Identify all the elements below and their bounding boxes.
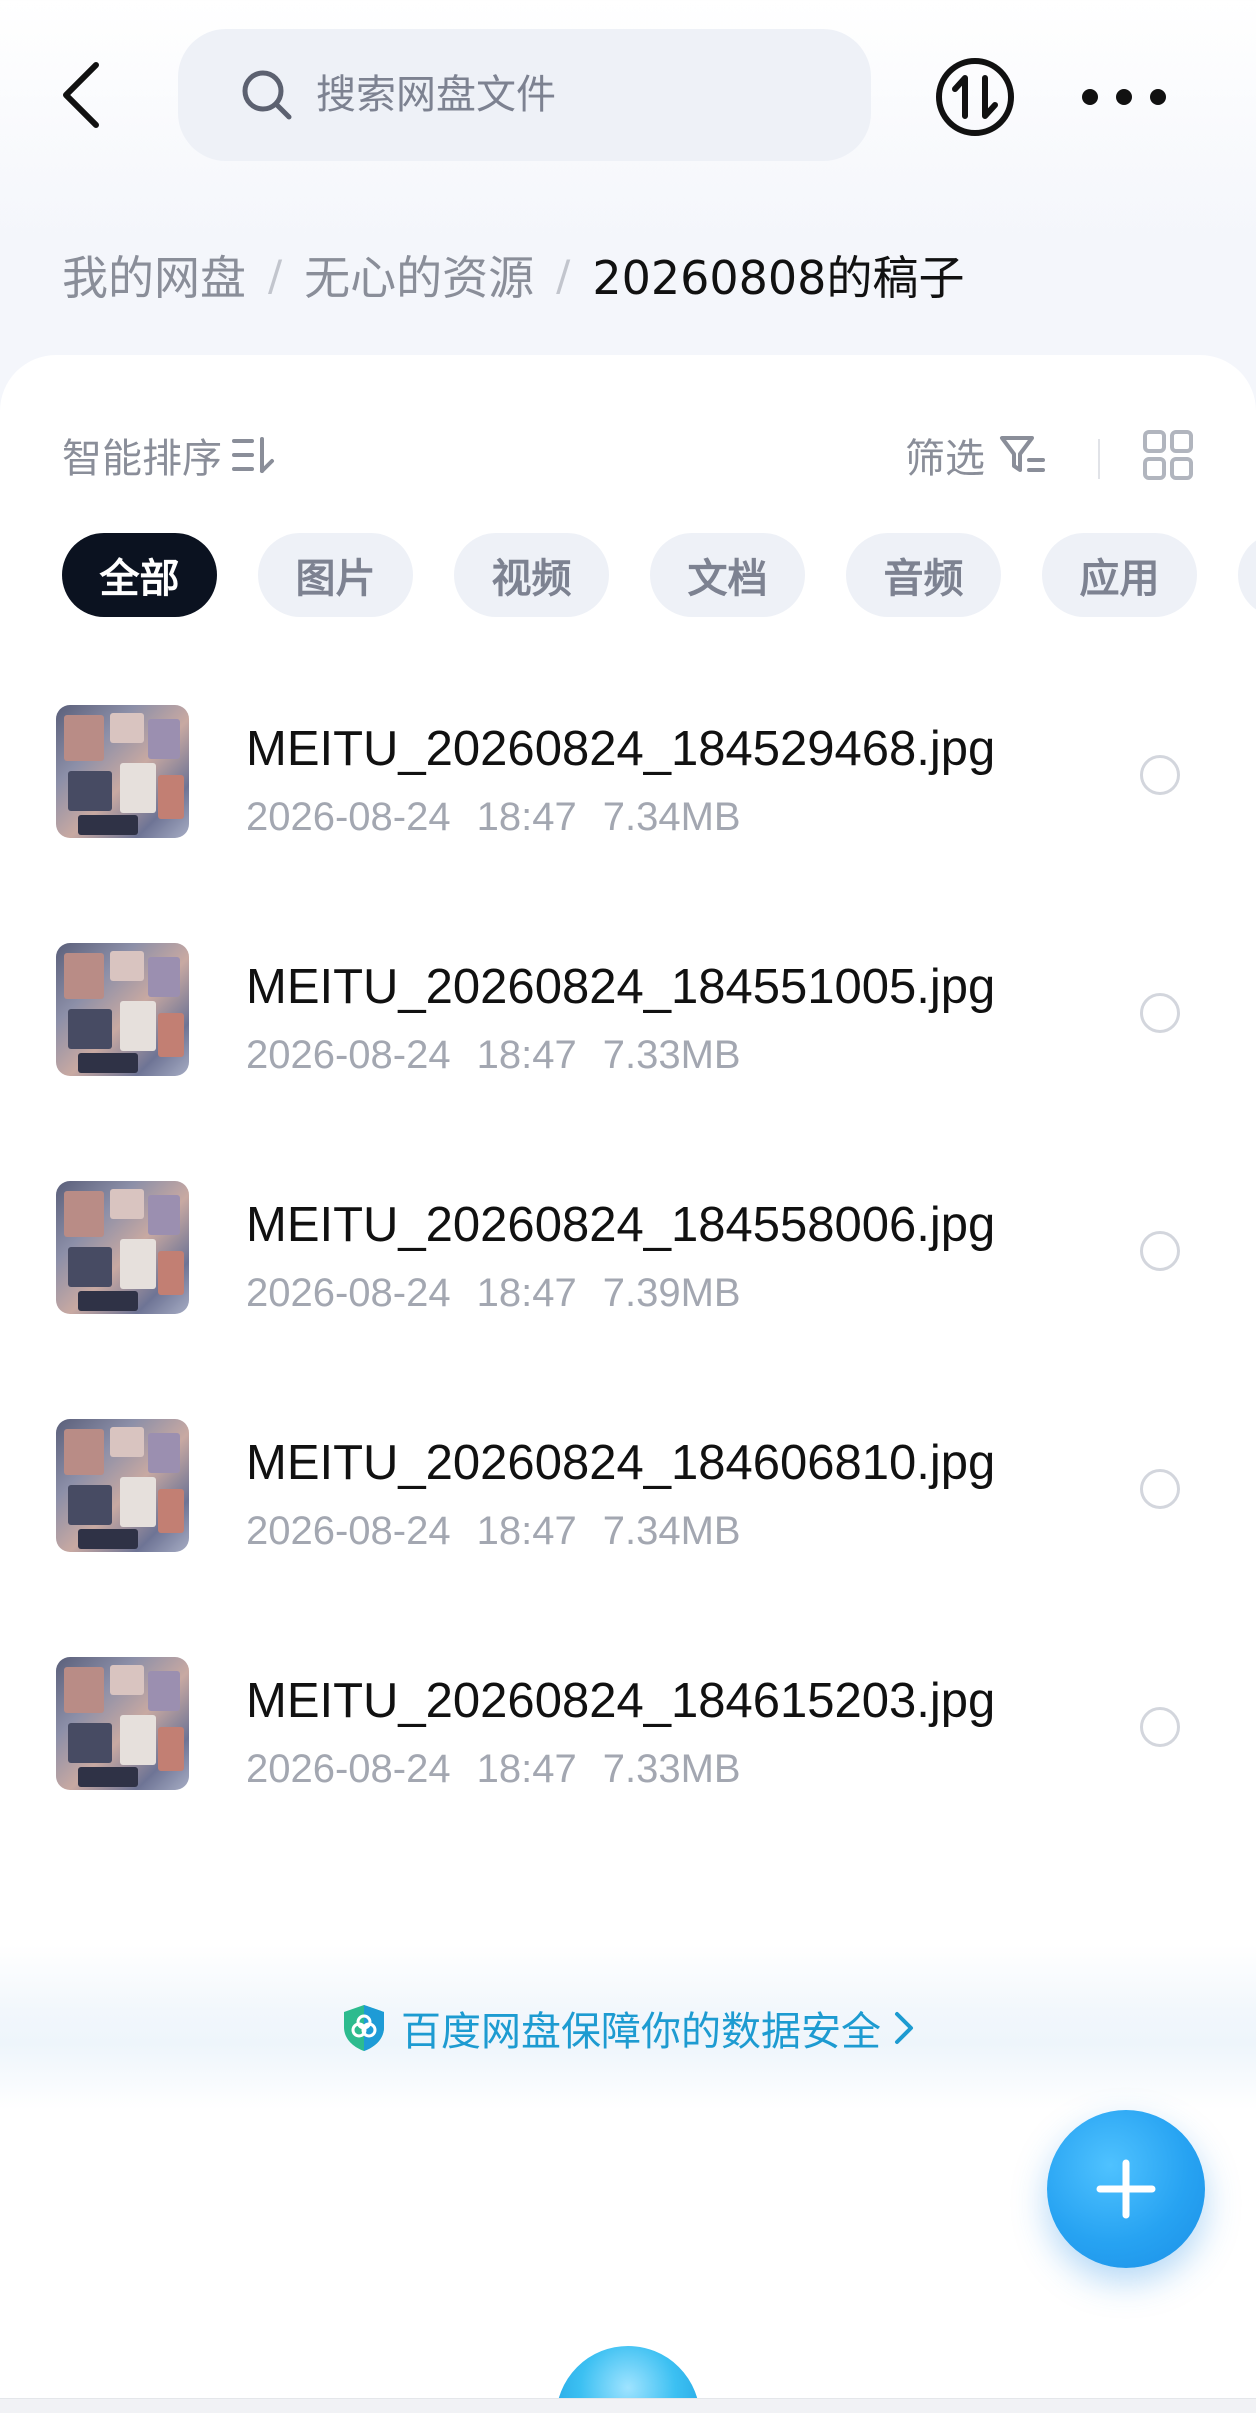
add-button[interactable] — [1047, 2110, 1205, 2268]
file-meta: 2026-08-24 18:47 7.34MB — [246, 795, 767, 840]
breadcrumb: 我的网盘 / 无心的资源 / 20260808的稿子 — [62, 240, 964, 310]
tab-more[interactable] — [1238, 533, 1256, 617]
plus-icon — [1096, 2159, 1156, 2219]
file-name: MEITU_20260824_184615203.jpg — [246, 1674, 996, 1728]
file-meta: 2026-08-24 18:47 7.33MB — [246, 1747, 767, 1792]
file-row[interactable]: MEITU_20260824_184558006.jpg 2026-08-24 1… — [0, 1161, 1256, 1399]
shield-icon — [344, 2004, 384, 2051]
file-date: 2026-08-24 — [246, 1509, 451, 1553]
file-size: 7.39MB — [602, 1271, 741, 1315]
file-name: MEITU_20260824_184551005.jpg — [246, 960, 996, 1014]
file-meta: 2026-08-24 18:47 7.34MB — [246, 1509, 767, 1554]
file-thumbnail — [56, 705, 189, 838]
file-time: 18:47 — [476, 1271, 577, 1315]
tab-audio[interactable]: 音频 — [846, 533, 1001, 617]
filter-icon — [1000, 436, 1045, 472]
file-thumbnail — [56, 1181, 189, 1314]
security-banner-text: 百度网盘保障你的数据安全 — [401, 2008, 881, 2055]
tab-all[interactable]: 全部 — [62, 533, 217, 617]
file-time: 18:47 — [476, 1509, 577, 1553]
file-row[interactable]: MEITU_20260824_184615203.jpg 2026-08-24 1… — [0, 1637, 1256, 1875]
file-select-radio[interactable] — [1140, 1469, 1180, 1509]
search-icon — [242, 70, 292, 120]
more-icon-dot — [1082, 89, 1098, 105]
category-tabs: 全部 图片 视频 文档 音频 应用 — [62, 533, 1256, 617]
breadcrumb-separator: / — [556, 250, 571, 300]
breadcrumb-separator: / — [268, 250, 283, 300]
file-thumbnail — [56, 943, 189, 1076]
file-row[interactable]: MEITU_20260824_184606810.jpg 2026-08-24 1… — [0, 1399, 1256, 1637]
file-date: 2026-08-24 — [246, 1271, 451, 1315]
file-size: 7.34MB — [602, 1509, 741, 1553]
sort-label: 智能排序 — [62, 436, 222, 482]
chevron-right-icon — [895, 2011, 913, 2044]
file-row[interactable]: MEITU_20260824_184551005.jpg 2026-08-24 1… — [0, 923, 1256, 1161]
file-size: 7.33MB — [602, 1033, 741, 1077]
file-time: 18:47 — [476, 1747, 577, 1791]
file-select-radio[interactable] — [1140, 1231, 1180, 1271]
back-button[interactable] — [50, 55, 110, 135]
file-list: MEITU_20260824_184529468.jpg 2026-08-24 1… — [0, 685, 1256, 1875]
file-row[interactable]: MEITU_20260824_184529468.jpg 2026-08-24 1… — [0, 685, 1256, 923]
file-date: 2026-08-24 — [246, 1747, 451, 1791]
file-name: MEITU_20260824_184606810.jpg — [246, 1436, 996, 1490]
chevron-left-icon — [63, 62, 99, 128]
tab-videos[interactable]: 视频 — [454, 533, 609, 617]
file-meta: 2026-08-24 18:47 7.33MB — [246, 1033, 767, 1078]
search-bar[interactable] — [178, 29, 871, 161]
more-icon-dot — [1150, 89, 1166, 105]
file-select-radio[interactable] — [1140, 1707, 1180, 1747]
breadcrumb-item-parent[interactable]: 无心的资源 — [304, 242, 534, 308]
toolbar-divider — [1098, 439, 1100, 479]
tab-apps[interactable]: 应用 — [1042, 533, 1197, 617]
file-name: MEITU_20260824_184558006.jpg — [246, 1198, 996, 1252]
sort-icon — [232, 437, 274, 473]
tab-documents[interactable]: 文档 — [650, 533, 805, 617]
file-select-radio[interactable] — [1140, 755, 1180, 795]
security-banner[interactable]: 百度网盘保障你的数据安全 — [0, 1945, 1256, 2110]
filter-label: 筛选 — [905, 436, 985, 482]
sort-button[interactable]: 智能排序 — [62, 425, 276, 485]
list-toolbar: 智能排序 筛选 — [62, 425, 1194, 485]
file-date: 2026-08-24 — [246, 1033, 451, 1077]
file-thumbnail — [56, 1657, 189, 1790]
file-date: 2026-08-24 — [246, 795, 451, 839]
top-bar — [0, 0, 1256, 200]
bottom-nav-bar — [0, 2398, 1256, 2413]
search-input[interactable] — [316, 72, 796, 118]
breadcrumb-item-root[interactable]: 我的网盘 — [62, 242, 246, 308]
grid-view-icon[interactable] — [1142, 429, 1194, 481]
file-time: 18:47 — [476, 1033, 577, 1077]
file-size: 7.34MB — [602, 795, 741, 839]
file-meta: 2026-08-24 18:47 7.39MB — [246, 1271, 767, 1316]
transfer-icon[interactable] — [934, 56, 1016, 138]
file-time: 18:47 — [476, 795, 577, 839]
file-thumbnail — [56, 1419, 189, 1552]
file-select-radio[interactable] — [1140, 993, 1180, 1033]
more-icon-dot — [1116, 89, 1132, 105]
file-name: MEITU_20260824_184529468.jpg — [246, 722, 996, 776]
filter-button[interactable]: 筛选 — [905, 425, 1045, 485]
file-size: 7.33MB — [602, 1747, 741, 1791]
more-button[interactable] — [1082, 72, 1166, 122]
tab-images[interactable]: 图片 — [258, 533, 413, 617]
breadcrumb-item-current: 20260808的稿子 — [592, 251, 965, 305]
